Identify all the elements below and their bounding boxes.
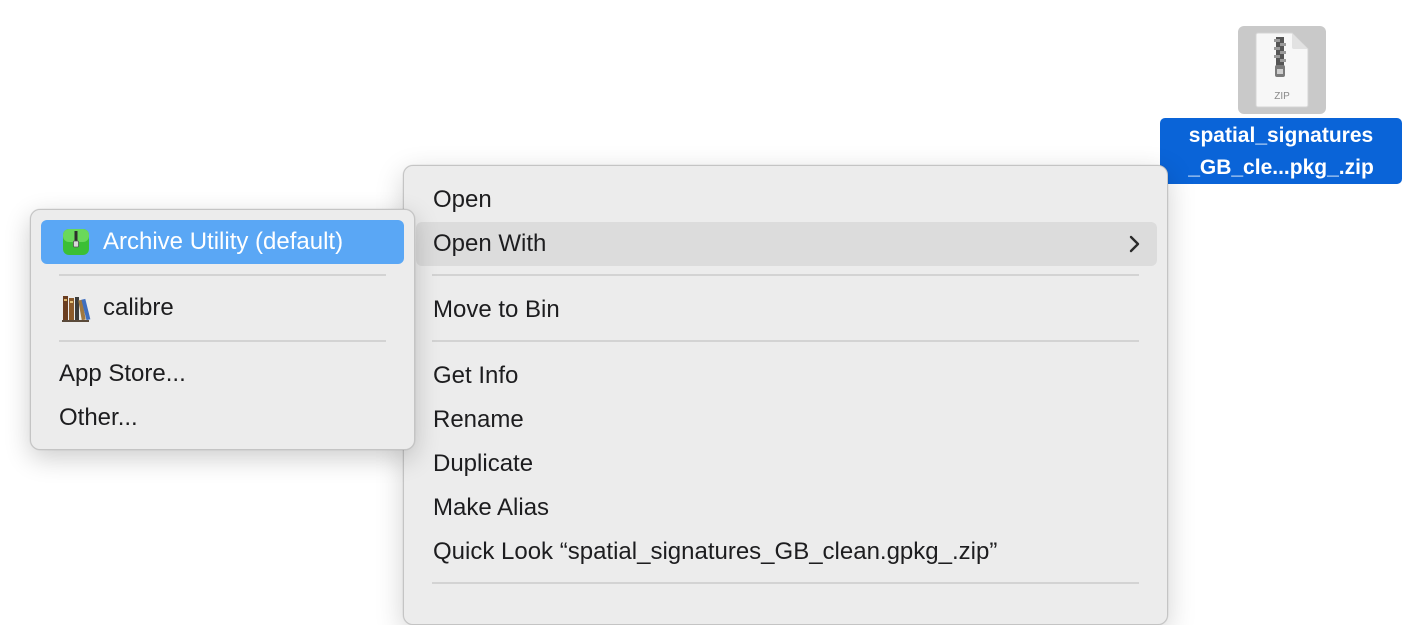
zip-file-icon-tile[interactable]: ZIP bbox=[1238, 26, 1326, 114]
menu-item-label: Rename bbox=[433, 406, 524, 433]
menu-item-label: Open bbox=[433, 186, 492, 213]
menu-item-label: Move to Bin bbox=[433, 296, 560, 323]
menu-item-move-to-bin[interactable]: Move to Bin bbox=[416, 288, 1157, 332]
menu-item-rename[interactable]: Rename bbox=[416, 398, 1157, 442]
submenu-item-calibre[interactable]: calibre bbox=[41, 286, 404, 330]
file-name-line2: _GB_cle...pkg_.zip bbox=[1188, 156, 1374, 179]
chevron-right-icon bbox=[1129, 222, 1141, 266]
archive-utility-icon bbox=[61, 227, 91, 257]
submenu-item-app-store[interactable]: App Store... bbox=[41, 352, 404, 396]
zip-label: ZIP bbox=[1274, 91, 1290, 102]
calibre-books-icon bbox=[61, 293, 91, 323]
submenu-separator bbox=[59, 274, 386, 276]
submenu-item-label: Archive Utility (default) bbox=[103, 228, 344, 255]
context-menu: Open Open With Move to Bin Get Info Rena… bbox=[403, 165, 1168, 625]
menu-item-label: Open With bbox=[433, 230, 547, 257]
submenu-item-label: Other... bbox=[59, 404, 138, 431]
file-name-label[interactable]: spatial_signatures _GB_cle...pkg_.zip bbox=[1160, 118, 1402, 184]
submenu-item-other[interactable]: Other... bbox=[41, 396, 404, 440]
submenu-item-archive-utility[interactable]: Archive Utility (default) bbox=[41, 220, 404, 264]
menu-separator bbox=[432, 582, 1139, 584]
submenu-item-label: App Store... bbox=[59, 360, 186, 387]
menu-item-label: Quick Look “spatial_signatures_GB_clean.… bbox=[433, 538, 998, 565]
menu-item-label: Duplicate bbox=[433, 450, 534, 477]
submenu-item-label: calibre bbox=[103, 294, 174, 321]
menu-item-label: Get Info bbox=[433, 362, 519, 389]
menu-separator bbox=[432, 340, 1139, 342]
menu-item-open[interactable]: Open bbox=[416, 178, 1157, 222]
open-with-submenu: Archive Utility (default) calibre App St… bbox=[30, 209, 415, 450]
submenu-separator bbox=[59, 340, 386, 342]
menu-item-label: Make Alias bbox=[433, 494, 550, 521]
file-name-line1: spatial_signatures bbox=[1188, 124, 1374, 147]
menu-item-make-alias[interactable]: Make Alias bbox=[416, 486, 1157, 530]
menu-item-duplicate[interactable]: Duplicate bbox=[416, 442, 1157, 486]
menu-item-get-info[interactable]: Get Info bbox=[416, 354, 1157, 398]
zip-file-icon: ZIP bbox=[1255, 32, 1309, 108]
menu-item-open-with[interactable]: Open With bbox=[416, 222, 1157, 266]
menu-separator bbox=[432, 274, 1139, 276]
menu-item-quick-look[interactable]: Quick Look “spatial_signatures_GB_clean.… bbox=[416, 530, 1157, 574]
